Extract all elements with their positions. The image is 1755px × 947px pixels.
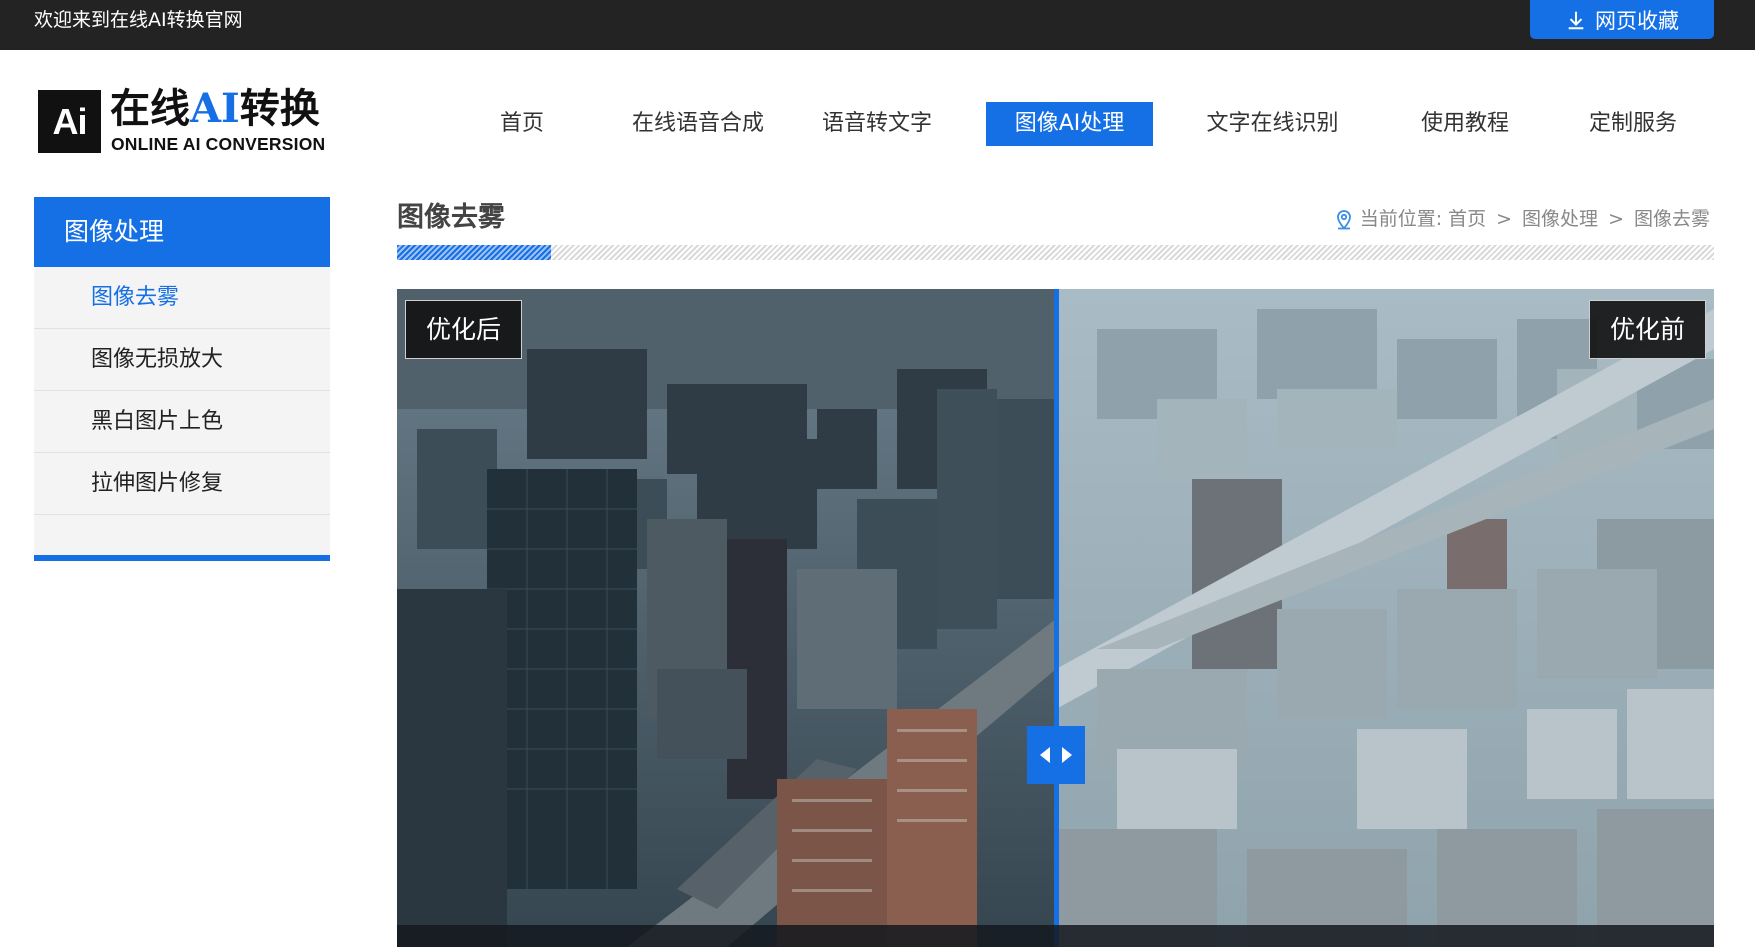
location-pin-icon	[1336, 210, 1351, 230]
breadcrumb-prefix: 当前位置:	[1359, 208, 1443, 230]
before-image	[1056, 289, 1714, 947]
breadcrumb-current: 图像去雾	[1633, 208, 1710, 230]
breadcrumb-home[interactable]: 首页	[1448, 206, 1486, 232]
before-label: 优化前	[1588, 300, 1706, 359]
title-underline-accent	[397, 245, 551, 260]
nav-item-speech-to-text[interactable]: 语音转文字	[812, 102, 942, 146]
download-icon	[1568, 11, 1584, 29]
breadcrumb: 当前位置: 首页 > 图像处理 > 图像去雾	[1334, 206, 1710, 232]
bookmark-button-label: 网页收藏	[1595, 8, 1679, 33]
top-bar: 欢迎来到在线AI转换官网 网页收藏	[0, 0, 1755, 50]
sidebar-item-lossless-upscale[interactable]: 图像无损放大	[34, 329, 330, 391]
breadcrumb-image-processing[interactable]: 图像处理	[1522, 206, 1598, 232]
sidebar-bottom-bar	[34, 555, 330, 561]
sidebar-item-dehaze[interactable]: 图像去雾	[34, 267, 330, 329]
sidebar-item-colorize[interactable]: 黑白图片上色	[34, 391, 330, 453]
sidebar: 图像处理 图像去雾 图像无损放大 黑白图片上色 拉伸图片修复	[34, 197, 330, 561]
sidebar-item-stretch-repair[interactable]: 拉伸图片修复	[34, 453, 330, 515]
main-navigation: 首页 在线语音合成 语音转文字 图像AI处理 文字在线识别 使用教程 定制服务	[0, 102, 1755, 146]
welcome-text: 欢迎来到在线AI转换官网	[34, 9, 243, 31]
after-image	[397, 289, 1056, 947]
viewer-bottom-strip	[397, 925, 1714, 947]
breadcrumb-separator: >	[1496, 208, 1513, 230]
sidebar-list: 图像去雾 图像无损放大 黑白图片上色 拉伸图片修复	[34, 267, 330, 555]
nav-item-tutorial[interactable]: 使用教程	[1412, 102, 1518, 146]
nav-item-custom-service[interactable]: 定制服务	[1580, 102, 1686, 146]
nav-item-ocr[interactable]: 文字在线识别	[1200, 102, 1345, 146]
nav-item-home[interactable]: 首页	[472, 102, 572, 146]
comparison-viewer[interactable]: 优化后 优化前	[397, 289, 1714, 947]
left-right-arrows-icon	[1040, 747, 1072, 763]
comparison-slider-handle[interactable]	[1027, 726, 1085, 784]
nav-item-speech-synthesis[interactable]: 在线语音合成	[618, 102, 778, 146]
nav-item-image-ai[interactable]: 图像AI处理	[986, 102, 1153, 146]
breadcrumb-separator: >	[1608, 208, 1624, 230]
after-label: 优化后	[405, 300, 523, 359]
comparison-divider[interactable]	[1054, 289, 1059, 947]
sidebar-title: 图像处理	[34, 197, 330, 267]
page-title: 图像去雾	[397, 202, 505, 233]
bookmark-button[interactable]: 网页收藏	[1530, 0, 1714, 39]
title-underline	[397, 245, 1714, 260]
